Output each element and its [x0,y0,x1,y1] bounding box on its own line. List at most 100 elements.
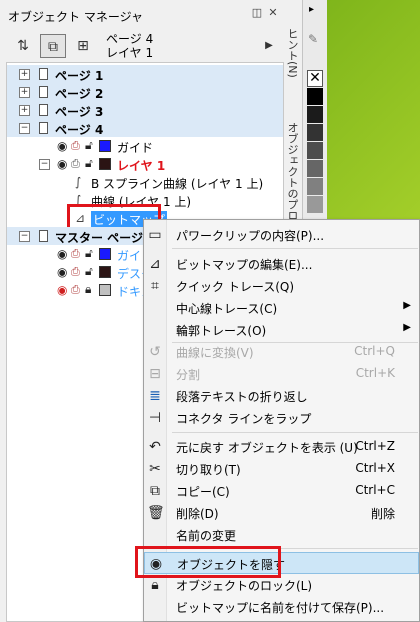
docker-toolbar: ⇅ ⧉ ⊞ ページ 4 レイヤ 1 ▶ [0,30,284,62]
page-icon [39,122,48,134]
palette-swatch[interactable] [307,196,323,213]
convert-to-curves-icon: ↺ [149,344,161,360]
menu-item-label: 名前の変更 [176,529,237,543]
wrap-text-icon: ≣ [149,388,161,404]
menu-item-convert-to-curves: ↺ 曲線に変換(V) Ctrl+Q [144,341,419,363]
visibility-eye-icon[interactable]: ◉ [57,140,67,152]
lock-open-icon[interactable]: 🔓︎ [85,265,93,278]
page-info-page: ページ 4 [106,32,154,46]
page-info: ページ 4 レイヤ 1 [106,32,153,60]
menu-item-label: クイック トレース(Q) [176,280,295,294]
menu-item-wrap-paragraph-text[interactable]: ≣ 段落テキストの折り返し [144,385,419,407]
docker-close-icon[interactable]: ✕ [266,6,280,20]
page-icon [39,230,48,242]
edit-bitmap-icon: ⊿ [149,256,161,272]
layer-label: ガイド [117,141,154,155]
menu-item-label: コピー(C) [176,485,230,499]
palette-scroll-up-icon[interactable]: ▸ [309,4,314,15]
lock-open-icon[interactable]: 🔓︎ [85,247,93,260]
menu-item-quick-trace[interactable]: ⌗ クイック トレース(Q) [144,275,419,297]
tree-page-1[interactable]: + ページ 1 [7,65,283,83]
eyedropper-icon[interactable]: ✎ [308,32,318,46]
tab-hints[interactable]: ヒント(N) [285,28,300,98]
menu-item-shortcut: Ctrl+Z [355,439,395,453]
connector-icon: ⊣ [148,410,162,426]
layer-color-swatch [99,248,111,260]
submenu-arrow-icon: ▶ [403,300,411,311]
layer-color-swatch [99,140,111,152]
break-apart-icon: ⊟ [149,366,161,382]
menu-item-powerclip-contents[interactable]: ▭ パワークリップの内容(P)... [144,224,419,246]
layer-manager-view-icon[interactable]: ⊞ [70,34,96,58]
curve-icon: ∫ [75,175,82,189]
menu-item-centerline-trace[interactable]: 中心線トレース(C) ▶ [144,297,419,319]
page-icon [39,86,48,98]
palette-swatch[interactable] [307,106,323,123]
layer-color-swatch [99,158,111,170]
lock-open-icon[interactable]: 🔓︎ [85,139,93,152]
menu-item-undo[interactable]: ↶ 元に戻す オブジェクトを表示 (U) Ctrl+Z [144,436,419,458]
powerclip-icon: ▭ [148,227,162,243]
page-label: マスター ページ [55,231,143,245]
page-info-layer: レイヤ 1 [106,46,154,60]
menu-item-outline-trace[interactable]: 輪郭トレース(O) ▶ [144,319,419,341]
trash-icon: 🗑︎ [147,505,165,521]
no-color-swatch[interactable]: ✕ [307,70,323,87]
print-icon[interactable]: ⎙ [71,140,80,152]
collapse-icon[interactable]: − [19,231,30,242]
docker-title: オブジェクト マネージャ [8,10,143,24]
page-label: ページ 4 [55,123,104,137]
menu-item-label: 分割 [176,368,201,382]
menu-item-delete[interactable]: 🗑︎ 削除(D) 削除 [144,502,419,524]
tree-page-3[interactable]: + ページ 3 [7,101,283,119]
menu-arrow-icon[interactable]: ▶ [256,34,282,58]
collapse-icon[interactable]: − [19,123,30,134]
menu-item-label: コネクタ ラインをラップ [176,412,312,426]
menu-item-copy[interactable]: ⧉ コピー(C) Ctrl+C [144,480,419,502]
show-object-properties-icon[interactable]: ⇅ [10,34,36,58]
docker-pin-icon[interactable]: ◫ [250,6,264,20]
menu-item-label: ビットマップの編集(E)... [176,258,313,272]
palette-swatch[interactable] [307,88,323,105]
collapse-icon[interactable]: − [39,159,50,170]
menu-item-label: 段落テキストの折り返し [176,390,308,404]
visibility-eye-icon[interactable]: ◉ [57,248,67,260]
tree-page-2[interactable]: + ページ 2 [7,83,283,101]
palette-swatch[interactable] [307,142,323,159]
expand-icon[interactable]: + [19,69,30,80]
visibility-eye-icon[interactable]: ◉ [57,266,67,278]
hidden-eye-icon[interactable]: ◉ [57,284,67,296]
tree-layer-guide[interactable]: ◉ ⎙ 🔓︎ ガイド [7,137,283,156]
page-label: ページ 3 [55,105,104,119]
page-icon [39,68,48,80]
expand-icon[interactable]: + [19,87,30,98]
copy-icon: ⧉ [150,483,160,499]
menu-item-rename[interactable]: 名前の変更 [144,524,419,546]
palette-swatch[interactable] [307,160,323,177]
undo-icon: ↶ [149,439,161,455]
palette-swatch[interactable] [307,178,323,195]
print-icon[interactable]: ⎙ [71,266,80,278]
menu-item-edit-bitmap[interactable]: ⊿ ビットマップの編集(E)... [144,253,419,275]
menu-item-label: 削除(D) [176,507,219,521]
expand-icon[interactable]: + [19,105,30,116]
print-icon[interactable]: ⎙ [71,248,80,260]
print-icon[interactable]: ⎙ [71,284,80,296]
print-icon[interactable]: ⎙ [71,158,80,170]
edit-across-layers-icon[interactable]: ⧉ [40,34,66,58]
menu-item-save-bitmap-as[interactable]: ビットマップに名前を付けて保存(P)... [144,596,419,618]
menu-item-label: 元に戻す オブジェクトを表示 (U) [176,441,358,455]
quick-trace-icon: ⌗ [151,278,159,294]
menu-item-cut[interactable]: ✂ 切り取り(T) Ctrl+X [144,458,419,480]
lock-closed-icon[interactable]: 🔒︎ [85,283,91,296]
tree-layer-1[interactable]: − ◉ ⎙ 🔓︎ レイヤ 1 [7,155,283,173]
tree-object-bspline[interactable]: ∫ B スプライン曲線 (レイヤ 1 上) [7,173,283,191]
menu-item-break-apart: ⊟ 分割 Ctrl+K [144,363,419,385]
tree-page-4[interactable]: − ページ 4 [7,119,283,137]
menu-item-wrap-connector[interactable]: ⊣ コネクタ ラインをラップ [144,407,419,429]
visibility-eye-icon[interactable]: ◉ [57,158,67,170]
palette-swatch[interactable] [307,124,323,141]
lock-open-icon[interactable]: 🔓︎ [85,157,93,170]
submenu-arrow-icon: ▶ [403,322,411,333]
menu-item-label: オブジェクトのロック(L) [176,579,313,593]
